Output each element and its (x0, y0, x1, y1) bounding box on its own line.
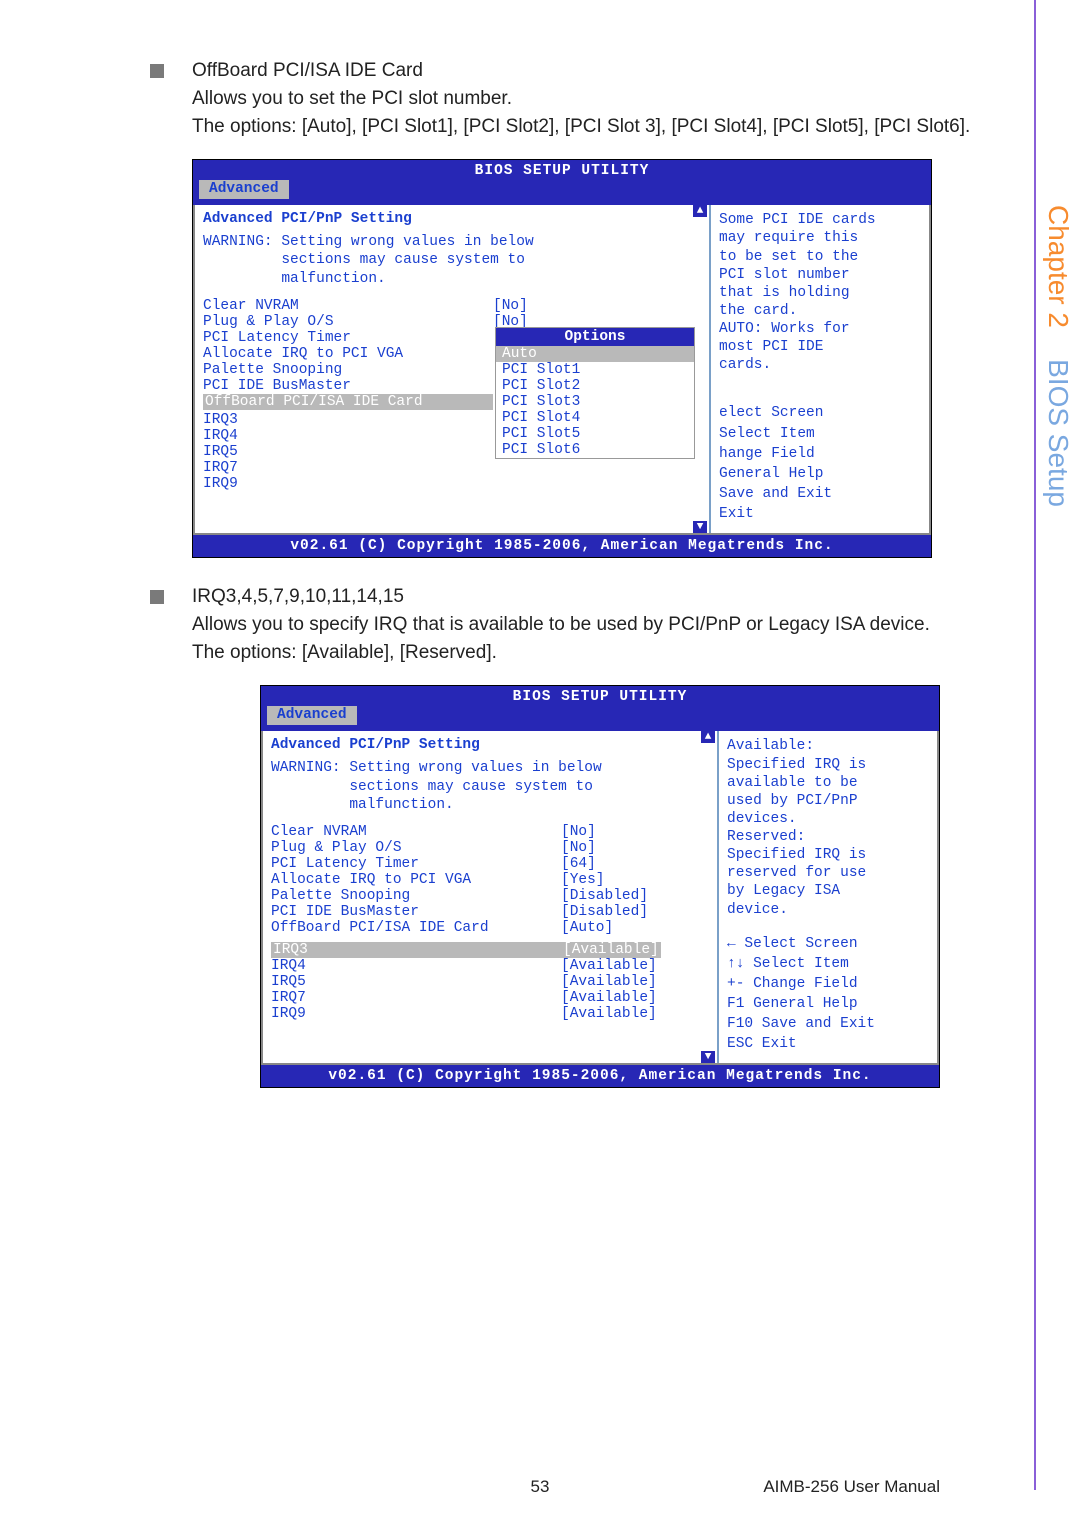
popup-title: Options (496, 328, 694, 346)
bios-help-line: that is holding (719, 284, 923, 302)
bios1-options-popup: Options Auto PCI Slot1PCI Slot2PCI Slot3… (495, 327, 695, 459)
bios-nav-line: ← Select Screen (727, 935, 931, 953)
bios-help-line: Specified IRQ is (727, 846, 931, 864)
page-number: 53 (531, 1477, 550, 1497)
section2-heading: IRQ3,4,5,7,9,10,11,14,15 (192, 586, 404, 608)
bios-help-line: device. (727, 901, 931, 919)
chapter-label: Chapter 2 (1043, 205, 1074, 328)
bios2-highlight-v: [Available] (561, 942, 661, 958)
bios-irq-row: IRQ9 (203, 476, 701, 492)
popup-item: PCI Slot5 (496, 426, 694, 442)
bios-nav-line: hange Field (719, 445, 923, 463)
manual-name: AIMB-256 User Manual (763, 1477, 940, 1497)
bios-help-line: Available: (727, 737, 931, 755)
popup-item: PCI Slot2 (496, 378, 694, 394)
bios-setting-row: Palette Snooping[Disabled] (271, 888, 709, 904)
section2-line1: Allows you to specify IRQ that is availa… (192, 612, 1020, 638)
bios-help-line: may require this (719, 229, 923, 247)
bios2-highlight-k: IRQ3 (271, 942, 561, 958)
bios-nav-line: Select Item (719, 425, 923, 443)
bios-warning: WARNING: Setting wrong values in below s… (203, 233, 701, 287)
bios-title: BIOS SETUP UTILITY (193, 160, 931, 180)
bios-nav-line: F1 General Help (727, 995, 931, 1013)
side-tab: Chapter 2 BIOS Setup (1034, 0, 1080, 1490)
bios-help-line: most PCI IDE (719, 338, 923, 356)
bios-help-line: the card. (719, 302, 923, 320)
section2-line2: The options: [Available], [Reserved]. (192, 640, 1020, 666)
page-footer: 53 AIMB-256 User Manual (0, 1477, 1080, 1497)
popup-item: PCI Slot4 (496, 410, 694, 426)
bios-setting-row: IRQ9[Available] (271, 1006, 709, 1022)
bios-help-line: by Legacy ISA (727, 882, 931, 900)
bios-help-line: Reserved: (727, 828, 931, 846)
bios-nav-line: Save and Exit (719, 485, 923, 503)
bios-help-line: to be set to the (719, 248, 923, 266)
scroll-up-icon: ▲ (701, 731, 715, 743)
bios-setting-row: IRQ5[Available] (271, 974, 709, 990)
bios-nav-line: ↑↓ Select Item (727, 955, 931, 973)
bios-setting-row: IRQ7[Available] (271, 990, 709, 1006)
scroll-up-icon: ▲ (693, 205, 707, 217)
bullet-icon (150, 64, 164, 78)
bios1-highlight: OffBoard PCI/ISA IDE Card (203, 394, 493, 410)
popup-item: PCI Slot3 (496, 394, 694, 410)
bios-nav-line: F10 Save and Exit (727, 1015, 931, 1033)
side-tab-label: Chapter 2 BIOS Setup (1042, 205, 1074, 507)
bios-help-line: Some PCI IDE cards (719, 211, 923, 229)
bios-tab-advanced: Advanced (199, 180, 289, 199)
bios-setting-row: Allocate IRQ to PCI VGA[Yes] (271, 872, 709, 888)
bios-help-line: PCI slot number (719, 266, 923, 284)
bios-setting-row: OffBoard PCI/ISA IDE Card[Auto] (271, 920, 709, 936)
bios-tab-advanced: Advanced (267, 706, 357, 725)
bios-help-line: AUTO: Works for (719, 320, 923, 338)
section-label: BIOS Setup (1043, 359, 1074, 507)
bios-nav-line: General Help (719, 465, 923, 483)
bios-setting-row: PCI IDE BusMaster[Disabled] (271, 904, 709, 920)
section1-line2: The options: [Auto], [PCI Slot1], [PCI S… (192, 114, 1020, 140)
bios-setting-row: Clear NVRAM[No] (203, 298, 701, 314)
bios-setting-row: IRQ4[Available] (271, 958, 709, 974)
scroll-down-icon: ▼ (693, 521, 707, 533)
bios-setting-row: Clear NVRAM[No] (271, 824, 709, 840)
bios-nav-line: elect Screen (719, 404, 923, 422)
bios-title: BIOS SETUP UTILITY (261, 686, 939, 706)
bios-setting-row: Plug & Play O/S[No] (271, 840, 709, 856)
section1-line1: Allows you to set the PCI slot number. (192, 86, 1020, 112)
bios-help-line: used by PCI/PnP (727, 792, 931, 810)
bios-irq-row: IRQ7 (203, 460, 701, 476)
bios-footer: v02.61 (C) Copyright 1985-2006, American… (261, 1065, 939, 1087)
bullet-icon (150, 590, 164, 604)
bios-warning: WARNING: Setting wrong values in below s… (271, 759, 709, 813)
popup-selected: Auto (496, 346, 694, 362)
bios-nav-line: ESC Exit (727, 1035, 931, 1053)
bios-setting-row: PCI Latency Timer[64] (271, 856, 709, 872)
bios-panel-title: Advanced PCI/PnP Setting (203, 211, 701, 227)
section1-heading: OffBoard PCI/ISA IDE Card (192, 60, 423, 82)
bios-screenshot-1: BIOS SETUP UTILITY Advanced ▲ Advanced P… (192, 159, 932, 558)
bios-help-line: cards. (719, 356, 923, 374)
popup-item: PCI Slot1 (496, 362, 694, 378)
bios-help-line: available to be (727, 774, 931, 792)
bios-nav-line: Exit (719, 505, 923, 523)
bios-screenshot-2: BIOS SETUP UTILITY Advanced ▲ Advanced P… (260, 685, 940, 1088)
scroll-down-icon: ▼ (701, 1051, 715, 1063)
bios-help-line: reserved for use (727, 864, 931, 882)
bios-footer: v02.61 (C) Copyright 1985-2006, American… (193, 535, 931, 557)
popup-item: PCI Slot6 (496, 442, 694, 458)
bios-panel-title: Advanced PCI/PnP Setting (271, 737, 709, 753)
bios-help-line: devices. (727, 810, 931, 828)
bios-nav-line: +- Change Field (727, 975, 931, 993)
bios-help-line: Specified IRQ is (727, 756, 931, 774)
